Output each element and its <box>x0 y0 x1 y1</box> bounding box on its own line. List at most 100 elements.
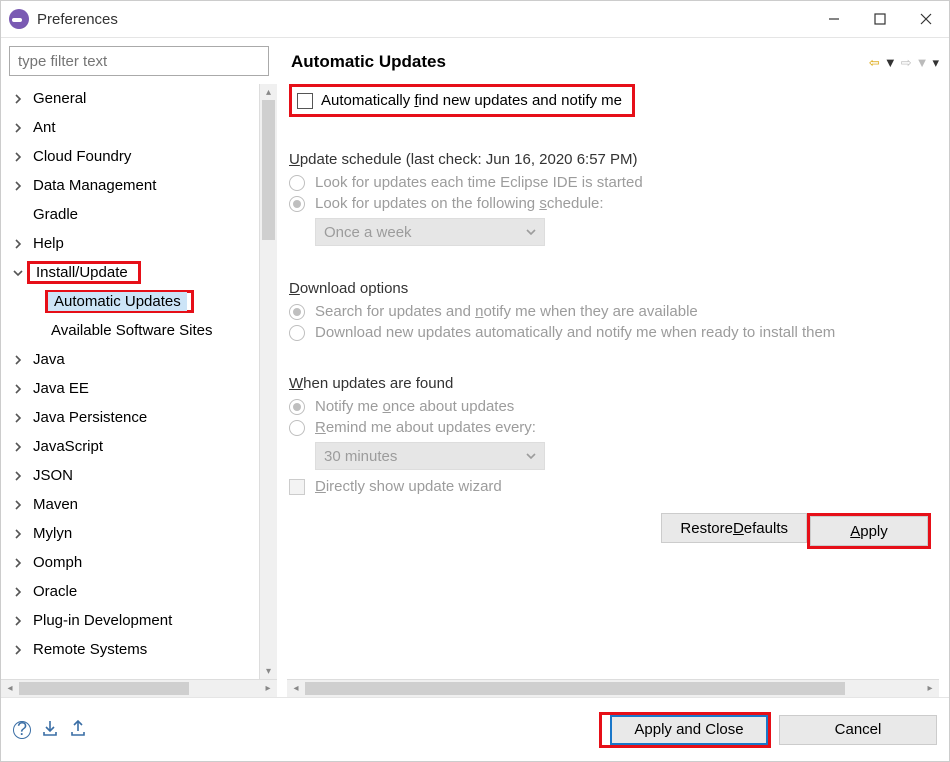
tree-item[interactable]: Data Management <box>5 171 275 200</box>
schedule-combo: Once a week <box>315 218 545 246</box>
radio-icon <box>289 325 305 341</box>
tree-item-label: Remote Systems <box>27 640 153 659</box>
tree-item-label: Ant <box>27 118 62 137</box>
tree-item-label: Oomph <box>27 553 88 572</box>
radio-icon <box>289 420 305 436</box>
tree-item-label: Java EE <box>27 379 95 398</box>
tree-item[interactable]: Remote Systems <box>5 635 275 664</box>
chevron-right-icon <box>9 355 27 365</box>
tree-item-label: Automatic Updates <box>48 292 187 311</box>
download-title: Download options <box>289 280 941 297</box>
schedule-option-schedule: Look for updates on the following schedu… <box>289 195 941 212</box>
forward-menu-icon[interactable]: ▼ <box>916 56 929 69</box>
chevron-right-icon <box>9 413 27 423</box>
auto-find-label: Automatically find new updates and notif… <box>321 92 622 109</box>
auto-find-checkbox[interactable]: Automatically find new updates and notif… <box>292 87 632 114</box>
chevron-right-icon <box>9 587 27 597</box>
tree-item-label: Data Management <box>27 176 162 195</box>
chevron-right-icon <box>9 239 27 249</box>
tree-item-label: JavaScript <box>27 437 109 456</box>
chevron-down-icon <box>9 268 27 278</box>
chevron-right-icon <box>9 384 27 394</box>
tree-item[interactable]: Gradle <box>5 200 275 229</box>
export-icon[interactable] <box>69 719 87 741</box>
tree-item[interactable]: Ant <box>5 113 275 142</box>
apply-button[interactable]: Apply <box>810 516 928 546</box>
chevron-right-icon <box>9 529 27 539</box>
download-option-auto: Download new updates automatically and n… <box>289 324 941 341</box>
back-menu-icon[interactable]: ▼ <box>884 56 897 69</box>
found-option-remind: Remind me about updates every: <box>289 419 941 436</box>
checkbox-icon <box>297 93 313 109</box>
chevron-right-icon <box>9 94 27 104</box>
maximize-button[interactable] <box>857 1 903 37</box>
chevron-right-icon <box>9 558 27 568</box>
tree-item-label: Gradle <box>27 205 84 224</box>
tree-item[interactable]: Plug-in Development <box>5 606 275 635</box>
preferences-tree[interactable]: General Ant Cloud Foundry Data Management Gr… <box>1 84 277 697</box>
chevron-right-icon <box>9 181 27 191</box>
back-icon[interactable]: ⇦ <box>869 56 880 69</box>
content-horizontal-scrollbar[interactable]: ◂ ▸ <box>287 679 939 697</box>
filter-input[interactable] <box>9 46 269 76</box>
tree-item[interactable]: JavaScript <box>5 432 275 461</box>
eclipse-icon <box>9 9 29 29</box>
tree-item-child[interactable]: Available Software Sites <box>5 316 275 345</box>
tree-item[interactable]: Mylyn <box>5 519 275 548</box>
tree-item-label: Cloud Foundry <box>27 147 137 166</box>
chevron-right-icon <box>9 442 27 452</box>
tree-item-label: Java Persistence <box>27 408 153 427</box>
found-option-once: Notify me once about updates <box>289 398 941 415</box>
horizontal-scrollbar[interactable]: ◂ ▸ <box>1 679 277 697</box>
remind-combo: 30 minutes <box>315 442 545 470</box>
view-menu-icon[interactable]: ▾ <box>932 56 939 69</box>
close-button[interactable] <box>903 1 949 37</box>
cancel-button[interactable]: Cancel <box>779 715 937 745</box>
chevron-right-icon <box>9 616 27 626</box>
checkbox-icon <box>289 479 305 495</box>
radio-icon <box>289 304 305 320</box>
tree-item[interactable]: Cloud Foundry <box>5 142 275 171</box>
apply-and-close-button[interactable]: Apply and Close <box>610 715 768 745</box>
tree-item-label: Install/Update <box>30 263 134 282</box>
help-icon[interactable]: ? <box>13 721 31 739</box>
window-title: Preferences <box>37 11 118 28</box>
chevron-right-icon <box>9 500 27 510</box>
tree-item[interactable]: Maven <box>5 490 275 519</box>
tree-item[interactable]: Oomph <box>5 548 275 577</box>
directly-show-checkbox: Directly show update wizard <box>289 478 941 495</box>
tree-item-label: General <box>27 89 92 108</box>
tree-item[interactable]: General <box>5 84 275 113</box>
minimize-button[interactable] <box>811 1 857 37</box>
radio-icon <box>289 196 305 212</box>
tree-item-label: Oracle <box>27 582 83 601</box>
radio-icon <box>289 399 305 415</box>
tree-item[interactable]: Java <box>5 345 275 374</box>
tree-item[interactable]: Java Persistence <box>5 403 275 432</box>
chevron-right-icon <box>9 123 27 133</box>
tree-item-label: Maven <box>27 495 84 514</box>
forward-icon[interactable]: ⇨ <box>901 56 912 69</box>
chevron-down-icon <box>526 224 536 241</box>
schedule-option-on-start: Look for updates each time Eclipse IDE i… <box>289 174 941 191</box>
tree-item-label: Help <box>27 234 70 253</box>
tree-item[interactable]: Help <box>5 229 275 258</box>
tree-item-label: Plug-in Development <box>27 611 178 630</box>
download-option-notify: Search for updates and notify me when th… <box>289 303 941 320</box>
tree-item[interactable]: Install/Update <box>5 258 275 287</box>
chevron-right-icon <box>9 645 27 655</box>
radio-icon <box>289 175 305 191</box>
page-title: Automatic Updates <box>291 52 446 72</box>
restore-defaults-button[interactable]: Restore Defaults <box>661 513 807 543</box>
vertical-scrollbar[interactable]: ▴ ▾ <box>259 84 277 679</box>
tree-item[interactable]: JSON <box>5 461 275 490</box>
tree-item[interactable]: Java EE <box>5 374 275 403</box>
tree-item-child[interactable]: Automatic Updates <box>5 287 275 316</box>
import-icon[interactable] <box>41 719 59 741</box>
tree-item-label: Java <box>27 350 71 369</box>
found-title: When updates are found <box>289 375 941 392</box>
tree-item[interactable]: Oracle <box>5 577 275 606</box>
tree-item-label: Mylyn <box>27 524 78 543</box>
chevron-down-icon <box>526 448 536 465</box>
chevron-right-icon <box>9 152 27 162</box>
